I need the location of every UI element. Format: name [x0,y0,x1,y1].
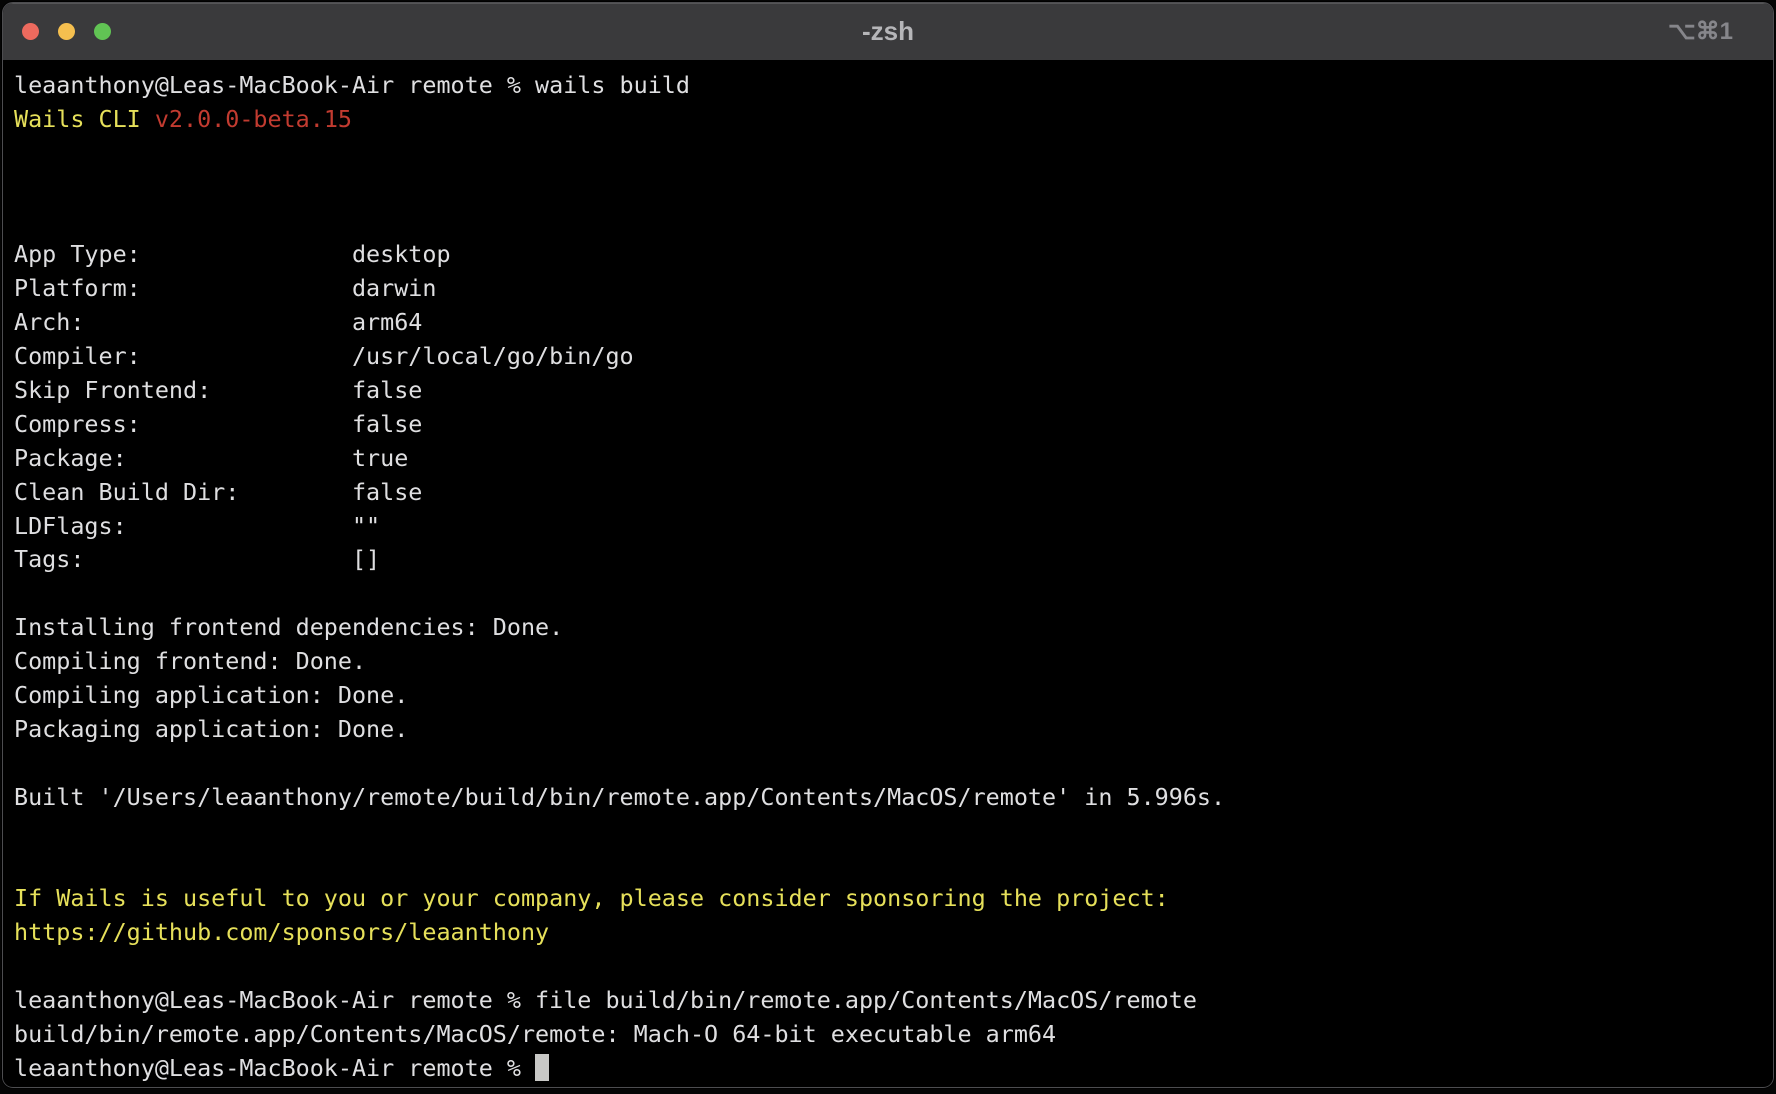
sponsor-link-line: https://github.com/sponsors/leaanthony [14,916,1763,950]
wails-banner-line: Wails CLI v2.0.0-beta.15 [14,103,1763,137]
config-label: Skip Frontend: [14,374,352,408]
prompt-line: leaanthony@Leas-MacBook-Air remote % fil… [14,984,1763,1018]
config-label: Platform: [14,272,352,306]
config-label: Clean Build Dir: [14,476,352,510]
config-value: [] [352,545,380,573]
blank-line [14,848,1763,882]
progress-line: Compiling application: Done. [14,679,1763,713]
active-prompt-line: leaanthony@Leas-MacBook-Air remote % [14,1052,1763,1086]
config-label: Tags: [14,543,352,577]
progress-text: Packaging application: Done. [14,715,408,743]
prompt-command-text: leaanthony@Leas-MacBook-Air remote % fil… [14,986,1197,1014]
config-value: false [352,376,422,404]
config-value: /usr/local/go/bin/go [352,342,634,370]
config-row: Arch:arm64 [14,306,1763,340]
config-label: LDFlags: [14,510,352,544]
keyboard-shortcut-badge: ⌥⌘1 [1668,3,1733,60]
config-row: App Type:desktop [14,238,1763,272]
config-row: LDFlags:"" [14,510,1763,544]
config-row: Tags:[] [14,543,1763,577]
config-row: Platform:darwin [14,272,1763,306]
progress-text: Compiling frontend: Done. [14,647,366,675]
blank-line [14,137,1763,171]
config-row: Compiler:/usr/local/go/bin/go [14,340,1763,374]
config-value: "" [352,512,380,540]
wails-cli-label: Wails CLI [14,105,155,133]
blank-line [14,950,1763,984]
prompt-line: leaanthony@Leas-MacBook-Air remote % wai… [14,69,1763,103]
window-title: -zsh [3,3,1773,60]
config-row: Compress:false [14,408,1763,442]
config-row: Clean Build Dir:false [14,476,1763,510]
sponsor-line: If Wails is useful to you or your compan… [14,882,1763,916]
prompt-command-text: leaanthony@Leas-MacBook-Air remote % wai… [14,71,690,99]
blank-line [14,171,1763,205]
blank-line [14,577,1763,611]
config-value: false [352,478,422,506]
config-value: darwin [352,274,437,302]
config-label: Compress: [14,408,352,442]
progress-line: Installing frontend dependencies: Done. [14,611,1763,645]
command-output-text: build/bin/remote.app/Contents/MacOS/remo… [14,1020,1056,1048]
config-label: App Type: [14,238,352,272]
built-line: Built '/Users/leaanthony/remote/build/bi… [14,781,1763,815]
title-bar[interactable]: -zsh ⌥⌘1 [3,3,1773,60]
config-value: true [352,444,408,472]
config-row: Skip Frontend:false [14,374,1763,408]
config-label: Arch: [14,306,352,340]
terminal-window: -zsh ⌥⌘1 leaanthony@Leas-MacBook-Air rem… [2,2,1774,1088]
blank-line [14,815,1763,849]
config-row: Package:true [14,442,1763,476]
sponsor-url: https://github.com/sponsors/leaanthony [14,918,549,946]
command-output-line: build/bin/remote.app/Contents/MacOS/remo… [14,1018,1763,1052]
config-value: arm64 [352,308,422,336]
progress-line: Compiling frontend: Done. [14,645,1763,679]
progress-text: Installing frontend dependencies: Done. [14,613,563,641]
prompt-text: leaanthony@Leas-MacBook-Air remote % [14,1054,535,1082]
progress-text: Compiling application: Done. [14,681,408,709]
config-value: desktop [352,240,451,268]
config-label: Package: [14,442,352,476]
config-label: Compiler: [14,340,352,374]
wails-version-label: v2.0.0-beta.15 [155,105,352,133]
sponsor-text: If Wails is useful to you or your compan… [14,884,1169,912]
config-value: false [352,410,422,438]
terminal-cursor [535,1054,549,1081]
terminal-screen[interactable]: leaanthony@Leas-MacBook-Air remote % wai… [3,60,1773,1086]
blank-line [14,205,1763,239]
progress-line: Packaging application: Done. [14,713,1763,747]
blank-line [14,747,1763,781]
built-text: Built '/Users/leaanthony/remote/build/bi… [14,783,1225,811]
